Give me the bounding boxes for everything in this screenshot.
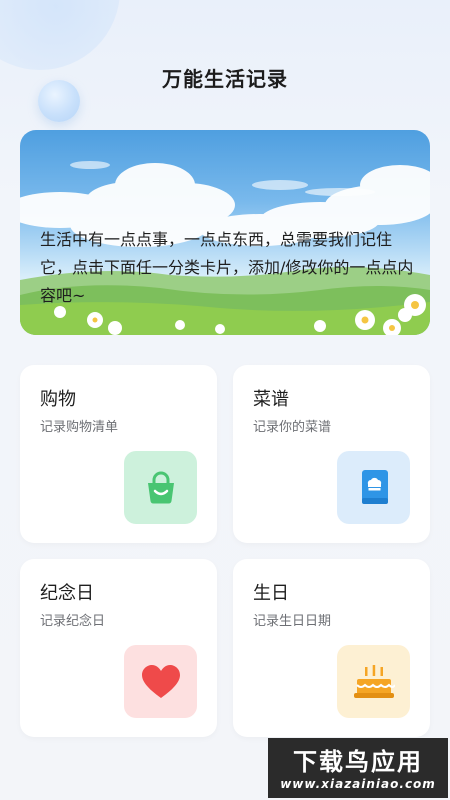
card-subtitle: 记录购物清单 [40,420,119,435]
birthday-icon-tile [337,645,410,718]
page-title: 万能生活记录 [162,67,288,91]
banner-description: 生活中有一点点事，一点点东西，总需要我们记住它，点击下面任一分类卡片，添加/修改… [40,230,414,305]
card-title: 生日 [253,583,289,604]
card-subtitle: 记录纪念日 [40,614,106,629]
shopping-icon-tile [124,451,197,524]
card-subtitle: 记录你的菜谱 [253,420,332,435]
card-title: 菜谱 [253,389,289,410]
category-card-recipe[interactable]: 菜谱 记录你的菜谱 [233,365,430,543]
card-title: 购物 [40,389,76,410]
decorative-circle [0,0,120,70]
watermark-logo: 下载鸟应用 www.xiazainiao.com [268,738,448,798]
shopping-bag-icon [147,471,174,504]
app-screen: 万能生活记录 生活中有一点点事，一点点东西，总需要我们记住它，点击下面任一分类卡… [0,0,450,800]
birthday-cake-icon [353,664,395,698]
card-title: 纪念日 [40,583,94,604]
card-subtitle: 记录生日日期 [253,614,332,629]
anniversary-icon-tile [124,645,197,718]
intro-banner: 生活中有一点点事，一点点东西，总需要我们记住它，点击下面任一分类卡片，添加/修改… [20,130,430,335]
recipe-book-icon [361,469,388,504]
watermark-url-text: www.xiazainiao.com [280,777,436,791]
watermark-main-text: 下载鸟应用 [293,748,423,776]
category-card-shopping[interactable]: 购物 记录购物清单 [20,365,217,543]
recipe-icon-tile [337,451,410,524]
category-card-birthday[interactable]: 生日 记录生日日期 [233,559,430,737]
category-card-anniversary[interactable]: 纪念日 记录纪念日 [20,559,217,737]
heart-icon [141,664,180,698]
